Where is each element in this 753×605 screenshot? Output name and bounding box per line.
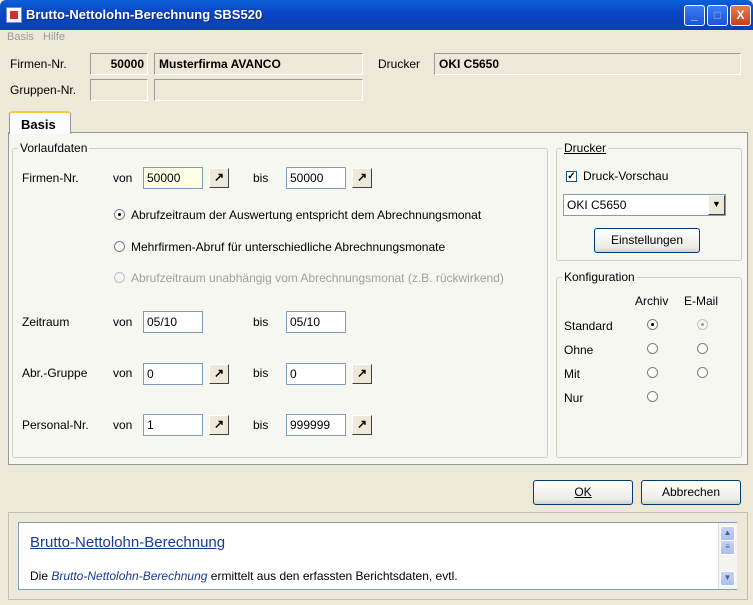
gruppen-label: Gruppen-Nr.: [10, 83, 77, 97]
firmen-range-label: Firmen-Nr.: [22, 171, 79, 185]
firmen-nr-display: 50000: [90, 53, 148, 75]
firmen-name-display: Musterfirma AVANCO: [154, 53, 363, 75]
zeitraum-von-input[interactable]: 05/10: [143, 311, 203, 333]
radio-abrechnungsmonat-label: Abrufzeitraum der Auswertung entspricht …: [131, 208, 482, 222]
help-text-prefix: Die: [30, 569, 52, 583]
help-text: Die Brutto-Nettolohn-Berechnung ermittel…: [30, 569, 458, 583]
radio-rueckwirkend: [114, 272, 125, 283]
drucker-label: Drucker: [378, 57, 421, 71]
menu-hilfe[interactable]: Hilfe: [43, 31, 65, 43]
scroll-down-icon[interactable]: ▼: [720, 571, 735, 586]
abr-gruppe-bis-input[interactable]: 0: [286, 363, 346, 385]
radio-rueckwirkend-label: Abrufzeitraum unabhängig vom Abrechnungs…: [131, 271, 504, 285]
personal-bis-lookup-button[interactable]: ↗: [352, 415, 372, 435]
standard-email-radio: [697, 319, 708, 330]
firmen-bis-input[interactable]: 50000: [286, 167, 346, 189]
zeitraum-label: Zeitraum: [22, 315, 70, 329]
ohne-archiv-radio[interactable]: [647, 343, 658, 354]
radio-mehrfirmen[interactable]: [114, 241, 125, 252]
drucker-select-value: OKI C5650: [567, 198, 627, 212]
abr-gruppe-von-lookup-button[interactable]: ↗: [209, 364, 229, 384]
einstellungen-button[interactable]: Einstellungen: [594, 228, 700, 253]
konfig-col-archiv: Archiv: [635, 294, 669, 308]
konfig-row-nur: Nur: [564, 391, 584, 405]
druck-vorschau-checkbox[interactable]: ✓: [566, 171, 577, 182]
zeitraum-bis-input[interactable]: 05/10: [286, 311, 346, 333]
radio-abrechnungsmonat[interactable]: [114, 209, 125, 220]
menu-basis[interactable]: Basis: [7, 31, 34, 43]
app-icon: [6, 7, 22, 23]
window-title: Brutto-Nettolohn-Berechnung SBS520: [26, 7, 263, 22]
close-button[interactable]: X: [730, 5, 751, 26]
personal-label: Personal-Nr.: [22, 418, 89, 432]
abbrechen-button[interactable]: Abbrechen: [641, 480, 741, 505]
konfig-row-ohne: Ohne: [564, 343, 594, 357]
konfig-title: Konfiguration: [562, 270, 637, 284]
personal-bis-label: bis: [253, 418, 269, 432]
firmen-von-input[interactable]: 50000: [143, 167, 203, 189]
standard-archiv-radio[interactable]: [647, 319, 658, 330]
personal-von-lookup-button[interactable]: ↗: [209, 415, 229, 435]
abr-gruppe-bis-label: bis: [253, 366, 269, 380]
personal-von-label: von: [113, 418, 133, 432]
konfig-row-mit: Mit: [564, 367, 580, 381]
gruppen-nr-display: [90, 79, 148, 101]
scroll-thumb[interactable]: ≡: [720, 540, 735, 555]
zeitraum-bis-label: bis: [253, 315, 269, 329]
zeitraum-von-label: von: [113, 315, 133, 329]
firmen-bis-lookup-button[interactable]: ↗: [352, 168, 372, 188]
personal-bis-input[interactable]: 999999: [286, 414, 346, 436]
drucker-display: OKI C5650: [434, 53, 741, 75]
abr-gruppe-von-label: von: [113, 366, 133, 380]
konfig-col-email: E-Mail: [684, 294, 719, 308]
vorlauf-group: [12, 148, 548, 458]
vorlauf-title: Vorlaufdaten: [18, 141, 90, 155]
firmen-bis-label: bis: [253, 171, 269, 185]
scroll-up-icon[interactable]: ▲: [720, 526, 735, 541]
minimize-button[interactable]: _: [684, 5, 705, 26]
help-text-emph: Brutto-Nettolohn-Berechnung: [51, 569, 208, 583]
gruppen-name-display: [154, 79, 363, 101]
abr-gruppe-label: Abr.-Gruppe: [22, 366, 88, 380]
tab-basis-label: Basis: [21, 117, 56, 132]
firmen-von-label: von: [113, 171, 133, 185]
drucker-group-title: Drucker: [562, 141, 609, 155]
tab-basis[interactable]: Basis: [9, 111, 71, 134]
nur-archiv-radio[interactable]: [647, 391, 658, 402]
firmen-label: Firmen-Nr.: [10, 57, 67, 71]
radio-mehrfirmen-label: Mehrfirmen-Abruf für unterschiedliche Ab…: [131, 240, 446, 254]
konfig-row-standard: Standard: [564, 319, 613, 333]
mit-email-radio[interactable]: [697, 367, 708, 378]
druck-vorschau-label: Druck-Vorschau: [583, 169, 669, 183]
ok-button[interactable]: OK: [533, 480, 633, 505]
personal-von-input[interactable]: 1: [143, 414, 203, 436]
help-text-suffix: ermittelt aus den erfassten Berichtsdate…: [207, 569, 458, 583]
help-title[interactable]: Brutto-Nettolohn-Berechnung: [30, 534, 225, 551]
mit-archiv-radio[interactable]: [647, 367, 658, 378]
abr-gruppe-von-input[interactable]: 0: [143, 363, 203, 385]
firmen-von-lookup-button[interactable]: ↗: [209, 168, 229, 188]
drucker-select[interactable]: OKI C5650: [563, 194, 726, 216]
ohne-email-radio[interactable]: [697, 343, 708, 354]
maximize-button[interactable]: □: [707, 5, 728, 26]
chevron-down-icon[interactable]: ▼: [708, 195, 725, 215]
abr-gruppe-bis-lookup-button[interactable]: ↗: [352, 364, 372, 384]
